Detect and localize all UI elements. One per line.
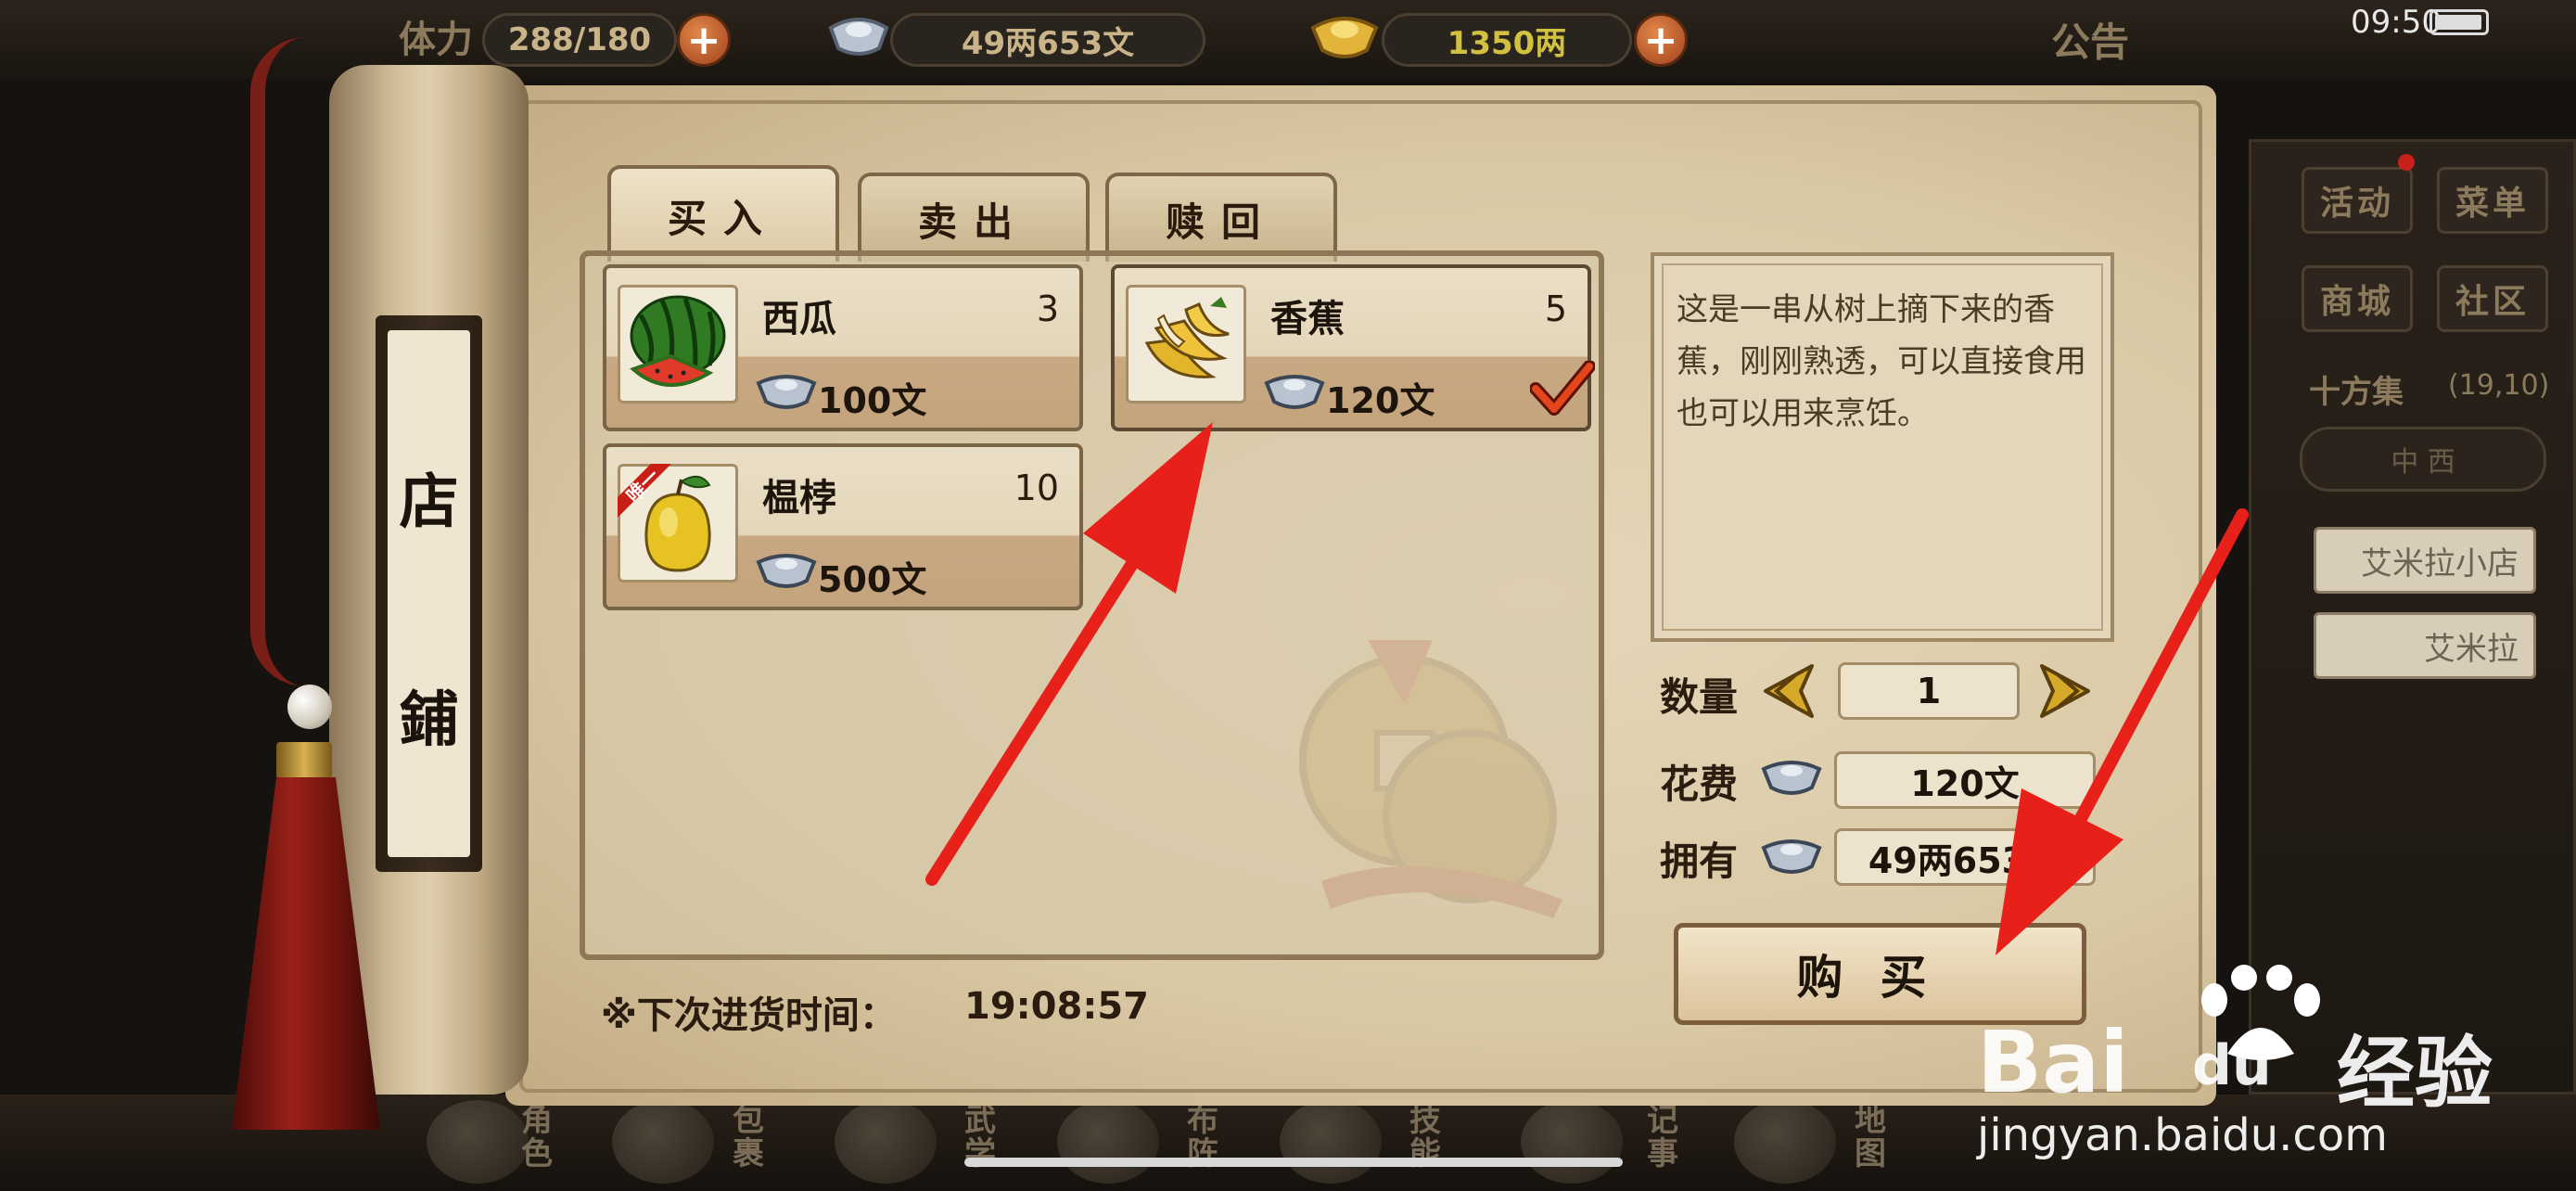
watermark-brand-du: du: [2192, 1033, 2272, 1098]
watermark-cn: 经验: [2337, 1028, 2493, 1119]
watermark-brand: Bai: [1977, 1013, 2129, 1112]
baidu-watermark: Bai du 经验 jingyan.baidu.com: [1977, 965, 2570, 1161]
annotation-arrow-item: [925, 522, 1161, 886]
watermark-url: jingyan.baidu.com: [1977, 1109, 2388, 1161]
annotation-arrowhead-buy: [1996, 788, 2123, 955]
annotation-arrow-buy: [2063, 508, 2249, 846]
annotation-arrowhead-item: [1083, 422, 1213, 594]
